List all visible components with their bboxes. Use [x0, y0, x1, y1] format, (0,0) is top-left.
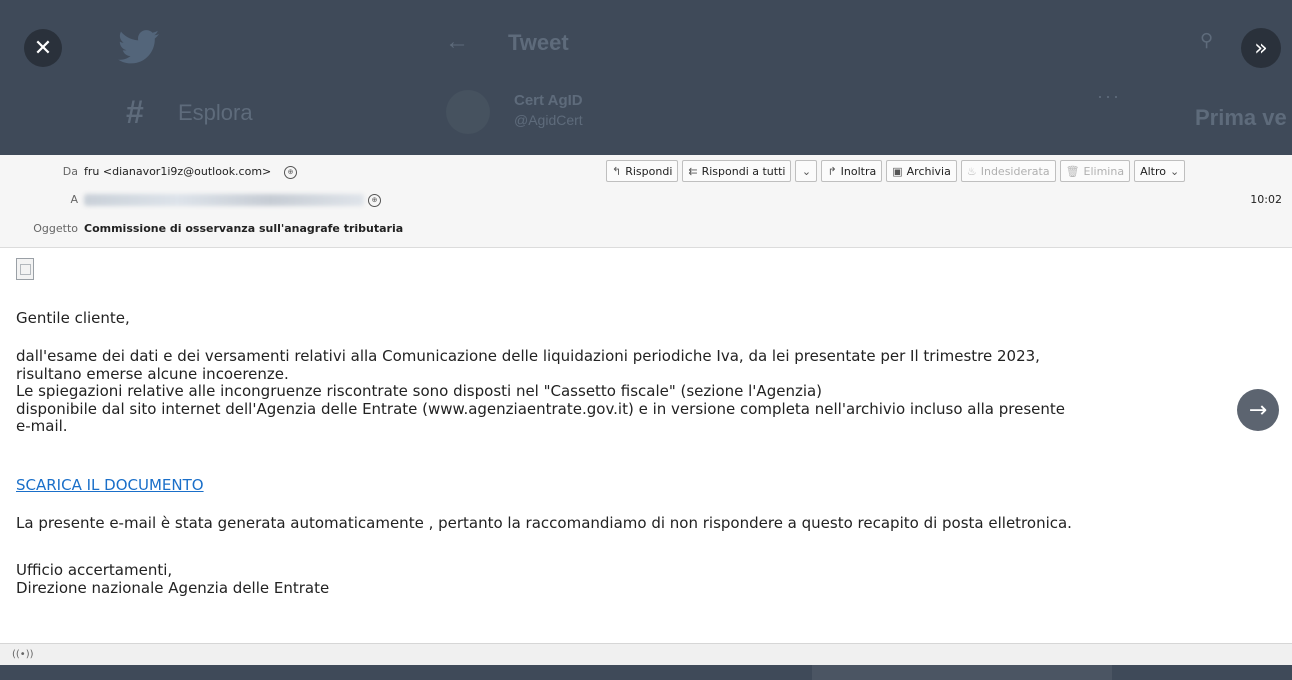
bottom-overlay-panel: [812, 665, 1112, 680]
reply-all-icon: ⇇: [688, 164, 698, 178]
more-button[interactable]: Altro ⌄: [1134, 160, 1186, 182]
body-line: Le spiegazioni relative alle incongruenz…: [16, 382, 823, 400]
contact-status-icon[interactable]: ⊕: [284, 166, 297, 179]
forward-button[interactable]: ↱ Inoltra: [821, 160, 883, 182]
body-paragraph-1: dall'esame dei dati e dei versamenti rel…: [16, 347, 1065, 436]
broken-image-icon: [16, 258, 34, 280]
body-line: risultano emerse alcune incoerenze.: [16, 364, 289, 383]
bottom-overlay: [0, 665, 1292, 680]
archive-label: Archivia: [906, 164, 951, 178]
tweet-page-title: Tweet: [508, 30, 569, 55]
more-options-icon[interactable]: ···: [1097, 86, 1121, 107]
hashtag-icon: #: [126, 94, 144, 130]
message-time: 10:02: [1250, 193, 1282, 206]
from-label: Da: [62, 165, 78, 178]
archive-icon: ▣: [892, 164, 903, 178]
signature-line: Direzione nazionale Agenzia delle Entrat…: [16, 578, 330, 597]
subject-value: Commissione di osservanza sull'anagrafe …: [84, 222, 404, 235]
double-chevron-right-icon: »: [1254, 35, 1268, 61]
recipient-status-icon[interactable]: ⊕: [368, 194, 381, 207]
to-value-redacted: [84, 194, 364, 206]
search-icon: ⚲: [1200, 30, 1214, 50]
activity-icon: ((•)): [12, 649, 34, 660]
more-label: Altro: [1140, 164, 1166, 178]
signature-line: Ufficio accertamenti,: [16, 561, 173, 579]
close-viewer-button[interactable]: ✕: [24, 29, 62, 67]
delete-label: Elimina: [1083, 164, 1125, 178]
sidebar-heading: Prima ve: [1195, 105, 1287, 130]
close-icon: ✕: [33, 35, 53, 61]
reply-icon: ↰: [612, 164, 622, 178]
body-line: disponibile dal sito internet dell'Agenz…: [16, 399, 1065, 418]
account-name: Cert AgID: [514, 92, 583, 109]
forward-icon: ↱: [827, 164, 837, 178]
reply-all-button[interactable]: ⇇ Rispondi a tutti: [682, 160, 792, 182]
body-paragraph-2: La presente e-mail è stata generata auto…: [16, 514, 1072, 532]
account-avatar[interactable]: [446, 90, 490, 134]
nav-explore-label[interactable]: Esplora: [178, 100, 253, 126]
back-arrow-icon[interactable]: ←: [445, 28, 469, 56]
arrow-right-icon: →: [1248, 397, 1268, 423]
next-button[interactable]: →: [1237, 389, 1279, 431]
from-value[interactable]: fru <dianavor1i9z@outlook.com>: [84, 165, 271, 178]
to-label: A: [70, 193, 78, 206]
message-toolbar: ↰ Rispondi ⇇ Rispondi a tutti ⌄ ↱ Inoltr…: [606, 160, 1186, 182]
expand-viewer-button[interactable]: »: [1241, 28, 1281, 68]
signature: Ufficio accertamenti, Direzione nazional…: [16, 561, 330, 597]
twitter-logo-icon: [118, 30, 159, 64]
reply-all-dropdown[interactable]: ⌄: [795, 160, 818, 182]
message-header: Da fru <dianavor1i9z@outlook.com> ⊕ A ⊕ …: [0, 155, 1292, 248]
account-handle: @AgidCert: [514, 112, 583, 128]
delete-button[interactable]: 🗑 Elimina: [1059, 160, 1131, 182]
reply-button[interactable]: ↰ Rispondi: [606, 160, 679, 182]
status-bar: ((•)): [0, 643, 1292, 666]
chevron-down-icon: ⌄: [1169, 164, 1180, 178]
download-document-link[interactable]: SCARICA IL DOCUMENTO: [16, 476, 204, 494]
reply-all-label: Rispondi a tutti: [701, 164, 786, 178]
junk-button[interactable]: ♨ Indesiderata: [960, 160, 1056, 182]
chevron-down-icon: ⌄: [801, 164, 812, 178]
message-body: Gentile cliente, dall'esame dei dati e d…: [0, 248, 1292, 643]
body-line: e-mail.: [16, 417, 68, 435]
junk-label: Indesiderata: [980, 164, 1050, 178]
forward-label: Inoltra: [840, 164, 877, 178]
trash-icon: 🗑: [1065, 164, 1080, 178]
body-line: dall'esame dei dati e dei versamenti rel…: [16, 347, 1040, 365]
junk-icon: ♨: [966, 164, 977, 178]
reply-label: Rispondi: [625, 164, 673, 178]
subject-label: Oggetto: [33, 222, 78, 235]
twitter-overlay: ✕ ← Tweet # Esplora Cert AgID @AgidCert …: [0, 0, 1292, 155]
archive-button[interactable]: ▣ Archivia: [886, 160, 957, 182]
greeting: Gentile cliente,: [16, 309, 130, 327]
